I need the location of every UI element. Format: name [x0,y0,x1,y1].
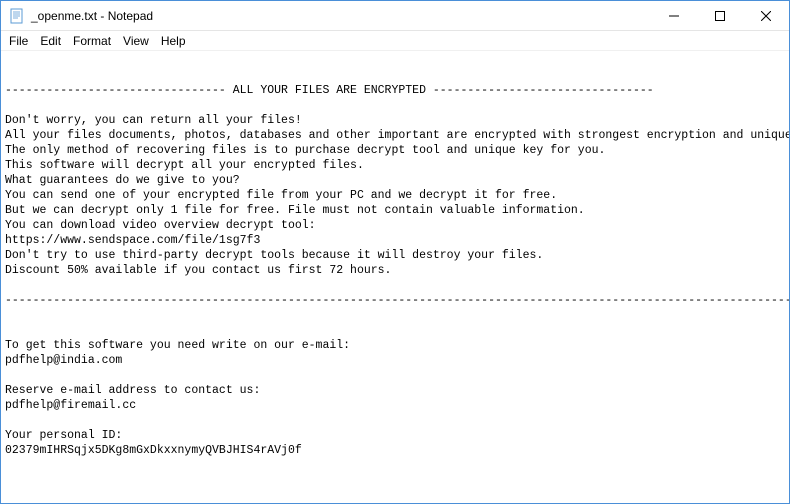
menu-view[interactable]: View [117,33,155,49]
text-line: You can download video overview decrypt … [5,219,316,232]
menu-format[interactable]: Format [67,33,117,49]
text-line: Don't try to use third-party decrypt too… [5,249,543,262]
menu-edit[interactable]: Edit [34,33,67,49]
text-line: https://www.sendspace.com/file/1sg7f3 [5,234,260,247]
minimize-icon [669,11,679,21]
minimize-button[interactable] [651,1,697,30]
titlebar: _openme.txt - Notepad [1,1,789,31]
maximize-button[interactable] [697,1,743,30]
maximize-icon [715,11,725,21]
text-line: The only method of recovering files is t… [5,144,605,157]
close-button[interactable] [743,1,789,30]
text-line: ----------------------------------------… [5,294,789,307]
menu-file[interactable]: File [3,33,34,49]
text-line: You can send one of your encrypted file … [5,189,557,202]
text-area[interactable]: -------------------------------- ALL YOU… [1,51,789,503]
text-line: pdfhelp@india.com [5,354,122,367]
menu-help[interactable]: Help [155,33,192,49]
menubar: File Edit Format View Help [1,31,789,51]
text-line: What guarantees do we give to you? [5,174,240,187]
close-icon [761,11,771,21]
text-line: To get this software you need write on o… [5,339,350,352]
notepad-icon [9,8,25,24]
window-controls [651,1,789,30]
text-line: Discount 50% available if you contact us… [5,264,391,277]
text-line: -------------------------------- ALL YOU… [5,84,654,97]
text-line: pdfhelp@firemail.cc [5,399,136,412]
text-line: Don't worry, you can return all your fil… [5,114,302,127]
text-line: Your personal ID: [5,429,122,442]
text-line: But we can decrypt only 1 file for free.… [5,204,585,217]
text-line: 02379mIHRSqjx5DKg8mGxDkxxnymyQVBJHIS4rAV… [5,444,302,457]
text-line: All your files documents, photos, databa… [5,129,789,142]
text-line: Reserve e-mail address to contact us: [5,384,260,397]
text-line: This software will decrypt all your encr… [5,159,364,172]
window-title: _openme.txt - Notepad [31,9,651,23]
